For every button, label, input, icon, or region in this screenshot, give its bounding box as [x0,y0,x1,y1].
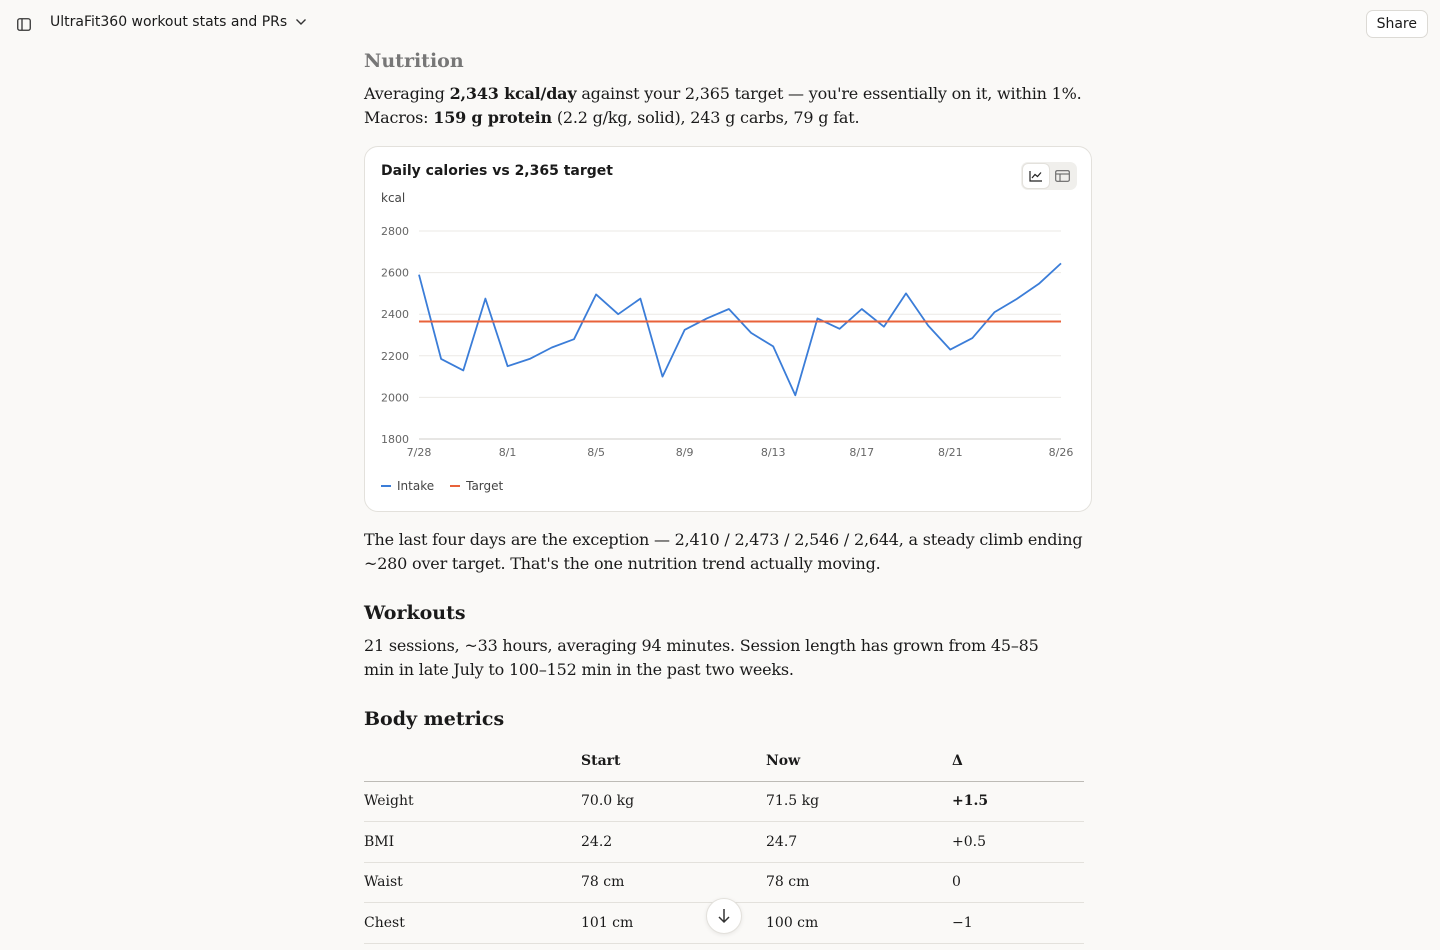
table-row: BMI 24.2 24.7 +0.5 [364,821,1084,863]
scroll-to-bottom-button[interactable] [706,898,742,934]
y-tick-label: 2600 [381,267,409,280]
x-tick-label: 8/26 [1049,446,1074,459]
metric-now: 100 cm [766,902,952,944]
chevron-down-icon [296,19,307,25]
workouts-paragraph: 21 sessions, ~33 hours, averaging 94 min… [364,636,1039,679]
legend-label: Target [466,479,504,493]
column-header [364,741,581,782]
metric-label: Chest [364,902,581,944]
sidebar-toggle-icon[interactable] [14,14,34,34]
x-tick-label: 8/13 [761,446,786,459]
nutrition-paragraph-2: Macros: 159 g protein (2.2 g/kg, solid),… [364,108,860,127]
metric-start: 70.0 kg [581,781,766,822]
metric-label: Weight [364,781,581,822]
metric-label: Waist [364,862,581,903]
x-tick-label: 8/9 [676,446,694,459]
x-tick-label: 8/5 [587,446,605,459]
y-tick-label: 2800 [381,225,409,238]
column-header-now: Now [766,741,952,782]
column-header-start: Start [581,741,766,782]
legend-item-intake: Intake [381,479,434,493]
metric-delta: +0.5 [952,821,1084,863]
workouts-heading: Workouts [364,602,466,624]
share-button[interactable]: Share [1365,10,1428,38]
y-tick-label: 2000 [381,391,409,404]
metric-start: 78 cm [581,862,766,903]
metric-delta: +1.5 [952,781,1084,822]
x-tick-label: 8/21 [938,446,963,459]
legend-label: Intake [397,479,435,493]
metric-delta: 0 [952,862,1084,903]
metric-now: 24.7 [766,821,952,863]
metric-delta: −1 [952,902,1084,944]
x-tick-label: 7/28 [407,446,432,459]
calorie-line-chart: 1800 2000 2200 2400 2600 2800 7/28 8/1 8/5 8/9 8/1… [381,225,1074,459]
y-tick-label: 1800 [381,433,409,446]
metric-now: 71.5 kg [766,781,952,822]
series-line-intake [418,262,1062,397]
table-row: Weight 70.0 kg 71.5 kg +1.5 [364,781,1084,822]
conversation-title-dropdown[interactable]: UltraFit360 workout stats and PRs [50,14,307,30]
x-tick-label: 8/17 [849,446,874,459]
calorie-chart-card: Daily calories vs 2,365 target kcal 1800… [364,146,1092,512]
chart-legend: Intake Target [381,479,503,493]
top-bar: UltraFit360 workout stats and PRs Share [0,0,1440,48]
nutrition-paragraph-1: Averaging 2,343 kcal/day against your 2,… [364,84,1082,103]
legend-swatch [381,485,391,487]
arrow-down-icon [718,909,730,924]
table-row: Waist 78 cm 78 cm 0 [364,862,1084,903]
y-tick-label: 2200 [381,350,409,363]
legend-item-target: Target [450,479,503,493]
y-tick-label: 2400 [381,308,409,321]
metric-label: BMI [364,821,581,863]
body-metrics-heading: Body metrics [364,708,505,730]
nutrition-heading: Nutrition [364,50,464,72]
legend-swatch [450,485,461,487]
metric-now: 78 cm [766,862,952,903]
table-header-row: Start Now Δ [364,741,1084,782]
conversation-title: UltraFit360 workout stats and PRs [50,14,288,30]
x-tick-label: 8/1 [499,446,517,459]
nutrition-followup-paragraph: The last four days are the exception — 2… [364,530,1083,573]
column-header-delta: Δ [952,741,1084,782]
metric-start: 24.2 [581,821,766,863]
